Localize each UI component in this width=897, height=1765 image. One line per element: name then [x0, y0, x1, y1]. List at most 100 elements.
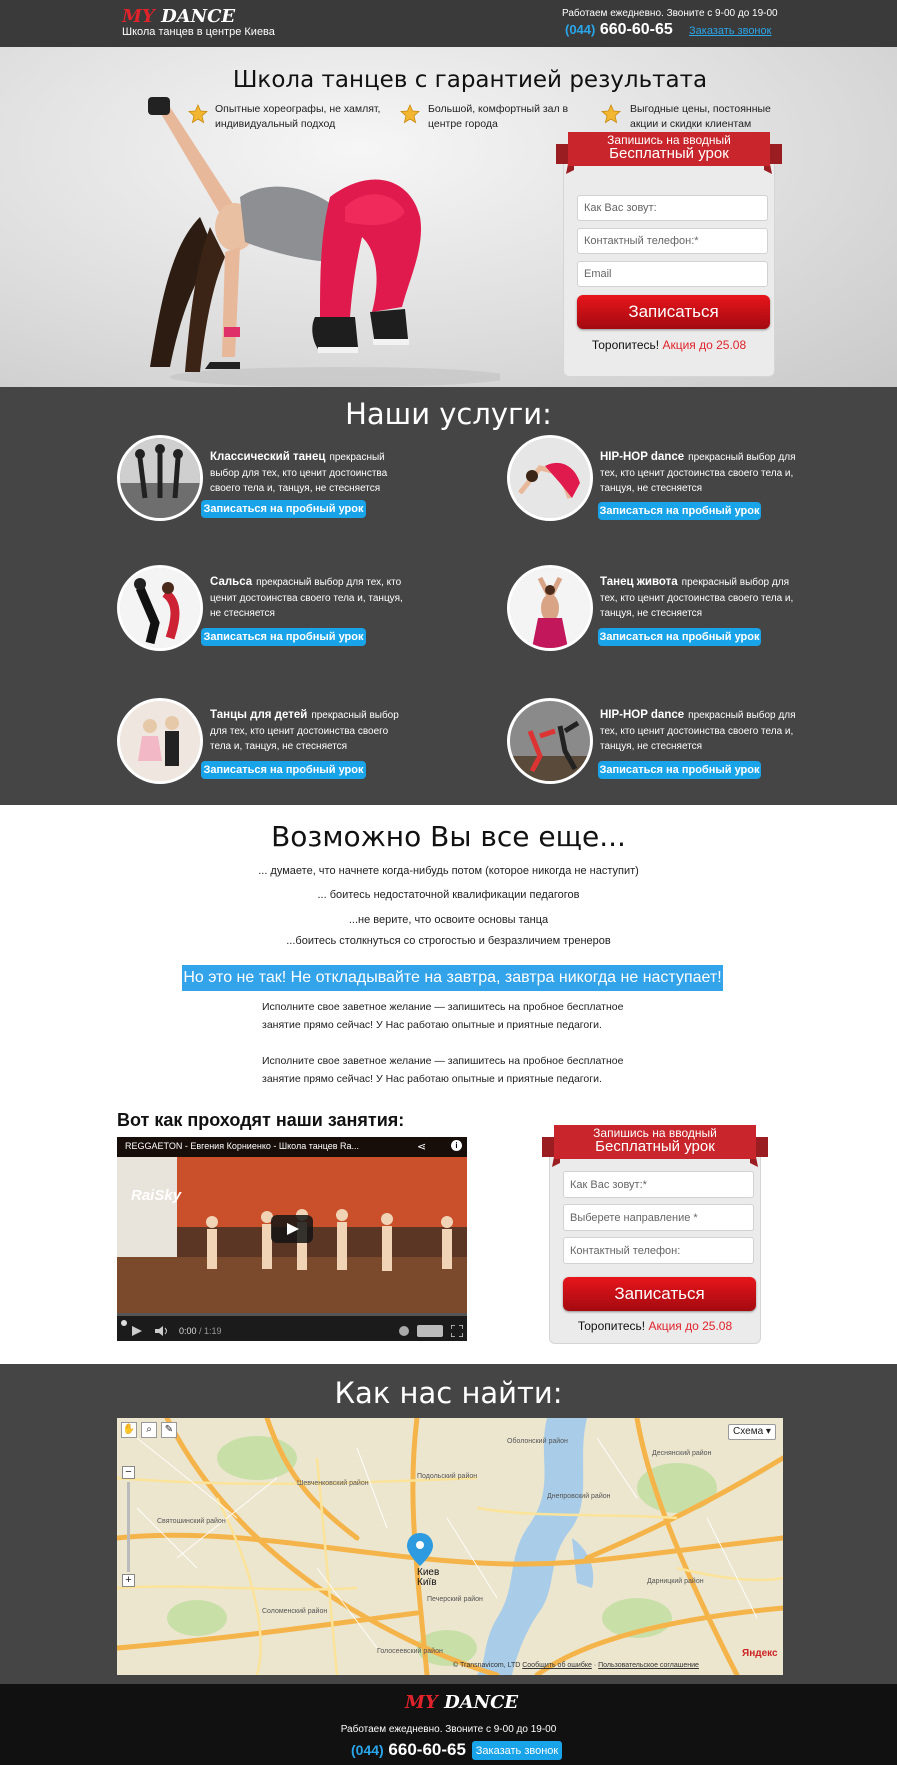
service-text: HIP-HOP dance прекрасный выбор для тех, к…: [600, 450, 800, 497]
district-label: Печерский район: [427, 1596, 483, 1603]
report-error-link[interactable]: Сообщить об ошибке: [522, 1662, 592, 1669]
logo-subtitle: Школа танцев в центре Киева: [122, 26, 275, 38]
district-label: Голосеевский район: [377, 1648, 443, 1655]
district-label: Деснянский район: [652, 1450, 712, 1457]
ribbon-line2: Бесплатный урок: [609, 145, 729, 162]
submit-button[interactable]: Записаться: [577, 295, 770, 329]
name-input-bottom[interactable]: Как Вас зовут:*: [563, 1171, 754, 1198]
service-image-salsa: [117, 565, 203, 651]
trial-lesson-button[interactable]: Записаться на пробный урок: [201, 500, 366, 518]
footer-logo[interactable]: MY DANCE: [405, 1692, 518, 1713]
maybe-line: ... думаете, что начнете когда-нибудь по…: [258, 865, 639, 877]
studio-sign: RaiSky: [131, 1187, 182, 1204]
submit-button-bottom[interactable]: Записаться: [563, 1277, 756, 1311]
district-label: Шевченковский район: [297, 1480, 369, 1487]
time-current: 0:00: [179, 1326, 197, 1336]
service-image-kids: [117, 698, 203, 784]
yandex-logo[interactable]: Яндекс: [742, 1648, 778, 1659]
footer-callback-button[interactable]: Заказать звонок: [472, 1741, 562, 1760]
volume-icon[interactable]: [155, 1326, 169, 1336]
phone-number: 660-60-65: [599, 21, 673, 38]
trial-lesson-button[interactable]: Записаться на пробный урок: [201, 628, 366, 646]
cta-paragraph: Исполните свое заветное желание — запиши…: [262, 1055, 624, 1085]
phone-input-bottom[interactable]: Контактный телефон:: [563, 1237, 754, 1264]
fullscreen-icon[interactable]: [451, 1325, 463, 1337]
service-text: Классический танец прекрасный выбор для т…: [210, 450, 410, 497]
district-label: Дарницкий район: [647, 1578, 704, 1585]
hero-section: Школа танцев с гарантией результата Опыт…: [0, 47, 897, 387]
phone-code: (044): [565, 22, 596, 37]
play-small-icon[interactable]: [131, 1326, 143, 1336]
form-ribbon-text-bottom: Запишись на вводный Бесплатный урок: [556, 1127, 754, 1155]
service-name: Танец живота: [600, 576, 678, 588]
info-icon[interactable]: i: [451, 1140, 462, 1151]
zoom-out-icon[interactable]: −: [122, 1466, 135, 1479]
video-title: REGGAETON - Евгения Корниенко - Школа та…: [125, 1141, 360, 1151]
progress-handle[interactable]: [121, 1320, 127, 1326]
terms-link[interactable]: Пользовательское соглашение: [598, 1662, 699, 1669]
hurry-text: Торопитесь!: [591, 338, 660, 352]
logo-dance: DANCE: [444, 1692, 519, 1713]
service-image-hiphop: [507, 435, 593, 521]
email-input[interactable]: Email: [577, 261, 768, 287]
footer-phone[interactable]: (044) 660-60-65: [351, 1740, 466, 1760]
name-input[interactable]: Как Вас зовут:: [577, 195, 768, 221]
service-name: HIP-HOP dance: [600, 451, 685, 463]
logo[interactable]: MY DANCE: [122, 6, 235, 27]
district-label: Святошинский район: [157, 1518, 226, 1525]
logo-my: MY: [405, 1692, 438, 1713]
header-phone[interactable]: (044) 660-60-65: [565, 21, 673, 39]
form-ribbon-text: Запишись на вводный Бесплатный урок: [570, 134, 768, 162]
service-name: Классический танец: [210, 451, 326, 463]
district-label: Подольский район: [417, 1473, 478, 1480]
hurry-text: Торопитесь!: [577, 1319, 646, 1333]
direction-select[interactable]: Выберете направление *: [563, 1204, 754, 1231]
zoom-slider[interactable]: [127, 1482, 130, 1572]
trial-lesson-button[interactable]: Записаться на пробный урок: [598, 761, 761, 779]
city-label-ua: Київ: [417, 1577, 437, 1588]
service-text: Танец живота прекрасный выбор для тех, кт…: [600, 575, 800, 622]
video-player[interactable]: REGGAETON - Евгения Корниенко - Школа та…: [117, 1137, 467, 1341]
service-image-classic: [117, 435, 203, 521]
dancer-image: [148, 97, 500, 387]
map-footer: © Transnavicom, LTD Сообщить об ошибке ·…: [453, 1662, 699, 1669]
promo-text: Акция до 25.08: [648, 1319, 733, 1333]
location-map[interactable]: ✋ ⌕ ✎ − + Схема ▾ Киев Київ Шевченковский…: [117, 1418, 783, 1675]
district-label: Соломенский район: [262, 1608, 328, 1615]
service-text: Сальса прекрасный выбор для тех, кто цени…: [210, 575, 410, 622]
ruler-icon[interactable]: ✎: [161, 1422, 177, 1438]
scheme-dropdown[interactable]: Схема ▾: [728, 1424, 776, 1440]
hand-tool-icon[interactable]: ✋: [121, 1422, 137, 1438]
services-title: Наши услуги:: [345, 397, 552, 431]
youtube-logo-icon[interactable]: [417, 1325, 443, 1337]
highlight-banner: Но это не так! Не откладывайте на завтра…: [182, 965, 723, 991]
phone-input[interactable]: Контактный телефон:*: [577, 228, 768, 254]
site-footer: MY DANCE Работаем ежедневно. Звоните с 9…: [0, 1684, 897, 1765]
trial-lesson-button[interactable]: Записаться на пробный урок: [201, 761, 366, 779]
annotations-icon[interactable]: [399, 1326, 409, 1336]
zoom-in-icon[interactable]: +: [122, 1574, 135, 1587]
ribbon-line2: Бесплатный урок: [595, 1138, 715, 1155]
service-name: HIP-HOP dance: [600, 709, 685, 721]
promo-text: Акция до 25.08: [662, 338, 747, 352]
district-label: Оболонский район: [507, 1438, 568, 1445]
services-section: Наши услуги: Классический танец прекрасны…: [0, 387, 897, 805]
city-label: Киев Київ: [417, 1568, 439, 1588]
service-name: Сальса: [210, 576, 253, 588]
logo-my: MY: [122, 6, 155, 27]
share-icon[interactable]: ⋖: [417, 1140, 426, 1153]
magnifier-icon[interactable]: ⌕: [141, 1422, 157, 1438]
maybe-line: ... боитесь недостаточной квалификации п…: [317, 889, 580, 901]
service-name: Танцы для детей: [210, 709, 308, 721]
map-title: Как нас найти:: [334, 1376, 563, 1410]
maybe-title: Возможно Вы все еще...: [271, 820, 626, 853]
callback-link[interactable]: Заказать звонок: [689, 25, 771, 37]
trial-lesson-button[interactable]: Записаться на пробный урок: [598, 628, 761, 646]
phone-code: (044): [351, 1742, 384, 1758]
play-button[interactable]: [271, 1215, 313, 1243]
maybe-line: ...боитесь столкнуться со строгостью и б…: [286, 935, 611, 947]
promo-note-bottom: Торопитесь! Акция до 25.08: [549, 1319, 761, 1333]
video-time: 0:00 / 1:19: [179, 1326, 222, 1336]
trial-lesson-button[interactable]: Записаться на пробный урок: [598, 502, 761, 520]
working-hours: Работаем ежедневно. Звоните с 9-00 до 19…: [562, 8, 778, 19]
